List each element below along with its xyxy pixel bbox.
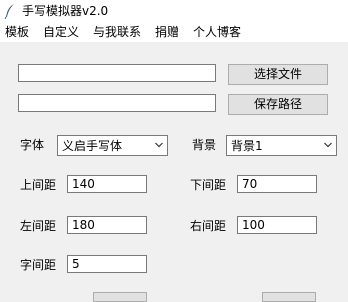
save-path-button[interactable]: 保存路径 (228, 94, 328, 115)
bottom-left-button[interactable] (93, 292, 147, 302)
top-margin-input[interactable] (67, 175, 147, 193)
menu-donate[interactable]: 捐赠 (155, 24, 179, 40)
background-select[interactable]: 背景1 (226, 135, 337, 156)
bottom-margin-label: 下间距 (190, 178, 227, 192)
window-title: 手写模拟器v2.0 (22, 4, 109, 18)
left-margin-label: 左间距 (20, 219, 57, 233)
chevron-down-icon (155, 142, 163, 148)
menu-bar: 模板 自定义 与我联系 捐赠 个人博客 (0, 22, 348, 42)
menu-custom[interactable]: 自定义 (43, 24, 79, 40)
chevron-down-icon (324, 142, 332, 148)
background-selected-value: 背景1 (231, 139, 263, 153)
font-selected-value: 义启手写体 (62, 139, 123, 153)
background-label: 背景 (192, 138, 217, 152)
bottom-margin-input[interactable] (237, 175, 317, 193)
right-margin-input[interactable] (237, 216, 317, 234)
top-margin-label: 上间距 (20, 178, 57, 192)
menu-personal-blog[interactable]: 个人博客 (193, 24, 241, 40)
menu-contact[interactable]: 与我联系 (93, 24, 141, 40)
left-margin-input[interactable] (67, 216, 147, 234)
save-path-input[interactable] (18, 94, 216, 112)
char-spacing-input[interactable] (67, 255, 147, 273)
bottom-right-button[interactable] (262, 292, 316, 302)
right-margin-label: 右间距 (190, 219, 227, 233)
select-file-button[interactable]: 选择文件 (228, 64, 328, 85)
menu-template[interactable]: 模板 (5, 24, 29, 40)
font-select[interactable]: 义启手写体 (57, 135, 168, 156)
file-path-input[interactable] (18, 64, 216, 82)
feather-icon (4, 4, 14, 19)
font-label: 字体 (20, 138, 45, 152)
title-bar: 手写模拟器v2.0 (0, 0, 348, 22)
char-spacing-label: 字间距 (20, 258, 57, 272)
